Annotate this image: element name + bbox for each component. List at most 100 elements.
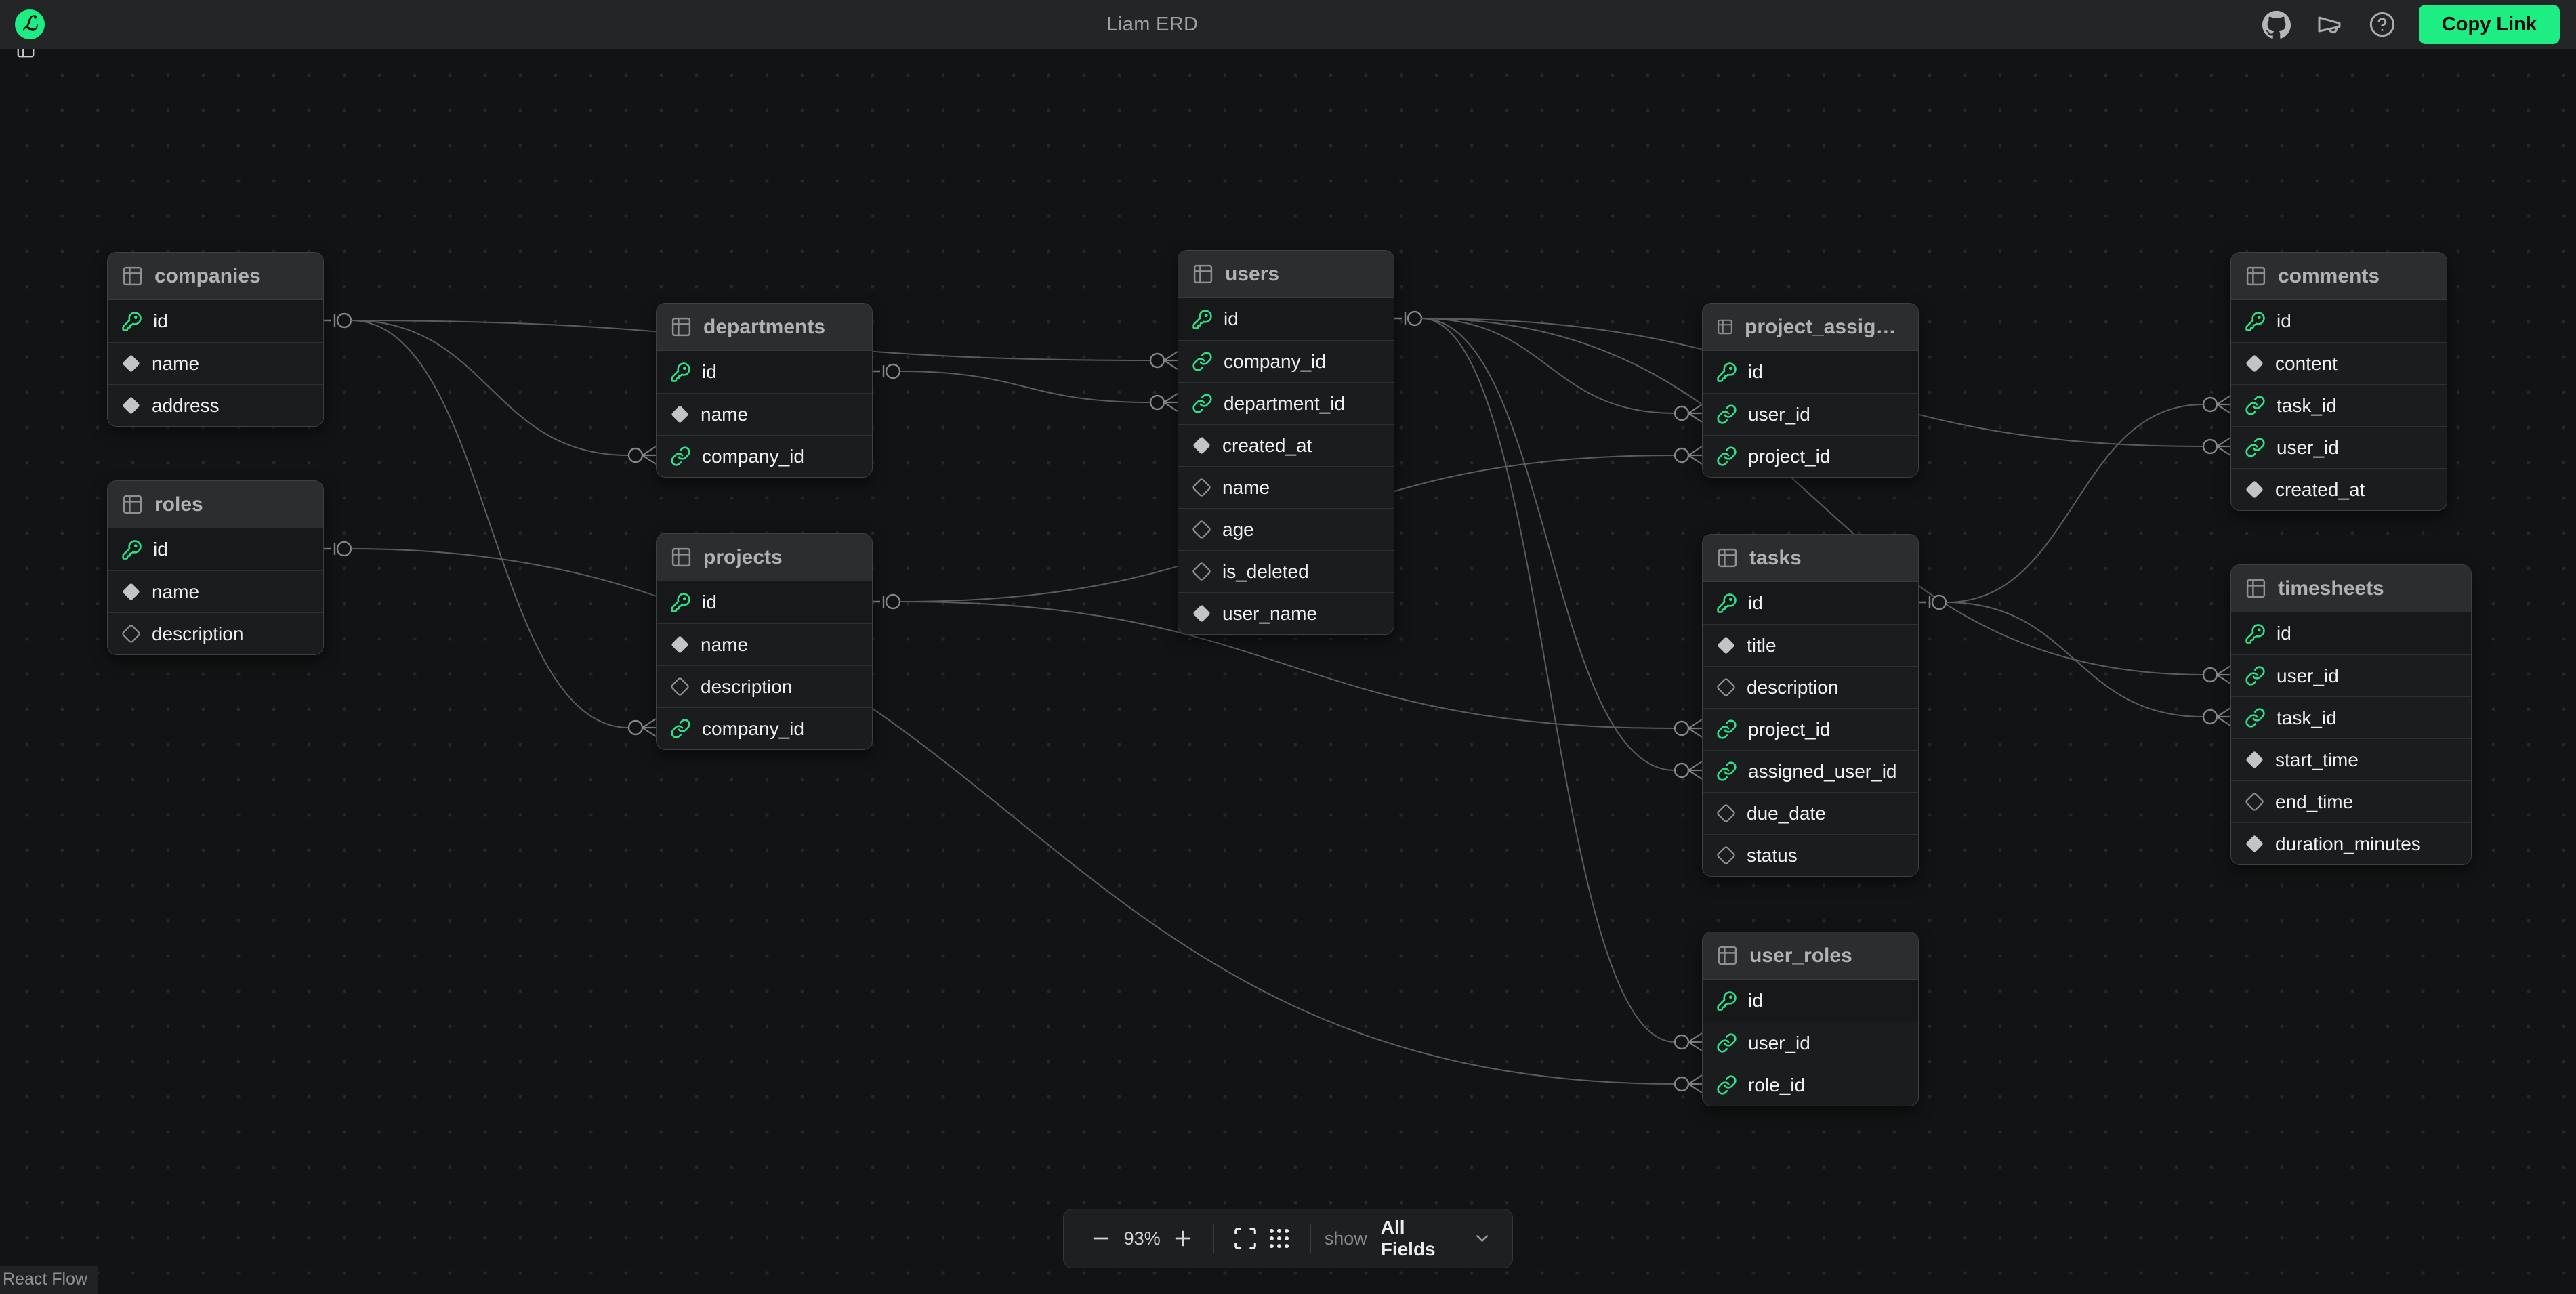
column-row-tasks-due_date[interactable]: due_date [1703, 792, 1918, 834]
column-name: id [153, 539, 168, 560]
not-null-diamond-icon [2245, 834, 2264, 854]
column-row-project_assignments-id[interactable]: id [1703, 351, 1918, 393]
column-row-comments-user_id[interactable]: user_id [2231, 426, 2447, 468]
foreign-key-link-icon [2245, 707, 2266, 728]
column-row-departments-company_id[interactable]: company_id [657, 435, 872, 477]
column-row-departments-id[interactable]: id [657, 351, 872, 393]
tidy-up-button[interactable] [1262, 1221, 1297, 1256]
column-row-tasks-title[interactable]: title [1703, 624, 1918, 666]
react-flow-attribution[interactable]: React Flow [0, 1266, 98, 1294]
zoom-in-button[interactable] [1166, 1221, 1201, 1256]
table-node-tasks[interactable]: tasksidtitledescription project_idassigne… [1702, 534, 1919, 877]
table-header[interactable]: projects [657, 534, 872, 581]
column-row-users-is_deleted[interactable]: is_deleted [1178, 550, 1394, 592]
table-icon [1192, 263, 1214, 285]
liam-logo[interactable]: ℒ [15, 9, 45, 39]
fields-filter-dropdown[interactable]: All Fields [1381, 1217, 1492, 1260]
column-row-projects-company_id[interactable]: company_id [657, 707, 872, 749]
column-row-projects-id[interactable]: id [657, 581, 872, 623]
nullable-diamond-icon [1716, 677, 1736, 697]
column-row-companies-name[interactable]: name [108, 342, 323, 384]
table-node-departments[interactable]: departmentsidnamecompany_id [656, 303, 873, 478]
table-icon [670, 546, 692, 568]
column-row-user_roles-user_id[interactable]: user_id [1703, 1022, 1918, 1064]
column-row-roles-description[interactable]: description [108, 612, 323, 654]
column-row-users-user_name[interactable]: user_name [1178, 592, 1394, 634]
column-row-projects-description[interactable]: description [657, 665, 872, 707]
help-button[interactable] [2366, 8, 2398, 41]
table-header[interactable]: project_assignments [1703, 304, 1918, 351]
table-node-projects[interactable]: projects id namedescriptioncompany_id [656, 533, 873, 750]
column-row-tasks-id[interactable]: id [1703, 582, 1918, 624]
column-name: assigned_user_id [1748, 761, 1897, 782]
copy-link-button[interactable]: Copy Link [2419, 5, 2560, 44]
foreign-key-link-icon [1716, 761, 1737, 782]
table-header[interactable]: roles [108, 481, 323, 528]
foreign-key-link-icon [670, 718, 691, 739]
table-icon [121, 493, 144, 516]
foreign-key-link-icon [2245, 395, 2266, 416]
zoom-out-button[interactable] [1084, 1221, 1119, 1256]
table-node-users[interactable]: usersidcompany_iddepartment_idcreated_at… [1178, 250, 1394, 635]
table-nodes-layer: companiesidnameaddressrolesidnamedescrip… [0, 49, 2576, 1294]
column-row-tasks-status[interactable]: status [1703, 834, 1918, 876]
column-row-timesheets-start_time[interactable]: start_time [2231, 738, 2471, 780]
table-header[interactable]: departments [657, 304, 872, 351]
column-row-comments-id[interactable]: id [2231, 300, 2447, 342]
table-header[interactable]: timesheets [2231, 565, 2471, 612]
table-header[interactable]: tasks [1703, 535, 1918, 582]
column-name: duration_minutes [2275, 833, 2421, 855]
column-row-comments-created_at[interactable]: created_at [2231, 468, 2447, 510]
primary-key-icon [121, 311, 142, 332]
column-row-roles-name[interactable]: name [108, 570, 323, 612]
table-header[interactable]: user_roles [1703, 932, 1918, 980]
column-row-users-company_id[interactable]: company_id [1178, 340, 1394, 382]
table-node-companies[interactable]: companiesidnameaddress [107, 252, 324, 427]
table-node-roles[interactable]: roles id namedescription [107, 480, 324, 655]
column-name: project_id [1748, 719, 1830, 740]
table-node-project_assignments[interactable]: project_assignmentsiduser_idproject_id [1702, 303, 1919, 478]
table-icon [121, 265, 144, 287]
column-name: id [702, 591, 717, 613]
column-row-project_assignments-project_id[interactable]: project_id [1703, 435, 1918, 477]
column-row-roles-id[interactable]: id [108, 528, 323, 570]
show-label: show [1325, 1228, 1367, 1249]
column-row-timesheets-id[interactable]: id [2231, 612, 2471, 654]
column-row-tasks-assigned_user_id[interactable]: assigned_user_id [1703, 750, 1918, 792]
column-row-users-age[interactable]: age [1178, 508, 1394, 550]
column-row-users-id[interactable]: id [1178, 298, 1394, 340]
column-row-projects-name[interactable]: name [657, 623, 872, 665]
table-node-user_roles[interactable]: user_rolesiduser_idrole_id [1702, 932, 1919, 1106]
table-name: user_roles [1749, 944, 1852, 967]
column-row-departments-name[interactable]: name [657, 393, 872, 435]
column-row-project_assignments-user_id[interactable]: user_id [1703, 393, 1918, 435]
table-header[interactable]: companies [108, 253, 323, 300]
column-row-users-created_at[interactable]: created_at [1178, 424, 1394, 466]
table-header[interactable]: users [1178, 251, 1394, 298]
column-name: task_id [2277, 395, 2337, 417]
column-row-companies-address[interactable]: address [108, 384, 323, 426]
table-header[interactable]: comments [2231, 253, 2447, 300]
foreign-key-link-icon [1716, 1032, 1737, 1053]
column-row-timesheets-user_id[interactable]: user_id [2231, 654, 2471, 696]
column-row-timesheets-duration_minutes[interactable]: duration_minutes [2231, 822, 2471, 864]
foreign-key-link-icon [1192, 393, 1213, 414]
primary-key-icon [1716, 593, 1737, 614]
column-row-companies-id[interactable]: id [108, 300, 323, 342]
column-row-timesheets-end_time[interactable]: end_time [2231, 780, 2471, 822]
column-row-users-department_id[interactable]: department_id [1178, 382, 1394, 424]
column-row-user_roles-id[interactable]: id [1703, 980, 1918, 1022]
table-node-timesheets[interactable]: timesheetsiduser_idtask_idstart_timeend_… [2230, 564, 2472, 865]
column-row-comments-content[interactable]: content [2231, 342, 2447, 384]
column-row-tasks-description[interactable]: description [1703, 666, 1918, 708]
column-row-timesheets-task_id[interactable]: task_id [2231, 696, 2471, 738]
column-row-comments-task_id[interactable]: task_id [2231, 384, 2447, 426]
fit-view-button[interactable] [1228, 1221, 1262, 1256]
github-button[interactable] [2260, 8, 2293, 41]
column-row-users-name[interactable]: name [1178, 466, 1394, 508]
table-node-comments[interactable]: commentsidcontent task_id user_idcreated_a… [2230, 252, 2447, 511]
feedback-button[interactable] [2313, 8, 2346, 41]
erd-canvas[interactable]: companiesidnameaddressrolesidnamedescrip… [0, 49, 2576, 1294]
column-row-user_roles-role_id[interactable]: role_id [1703, 1064, 1918, 1106]
column-row-tasks-project_id[interactable]: project_id [1703, 708, 1918, 750]
